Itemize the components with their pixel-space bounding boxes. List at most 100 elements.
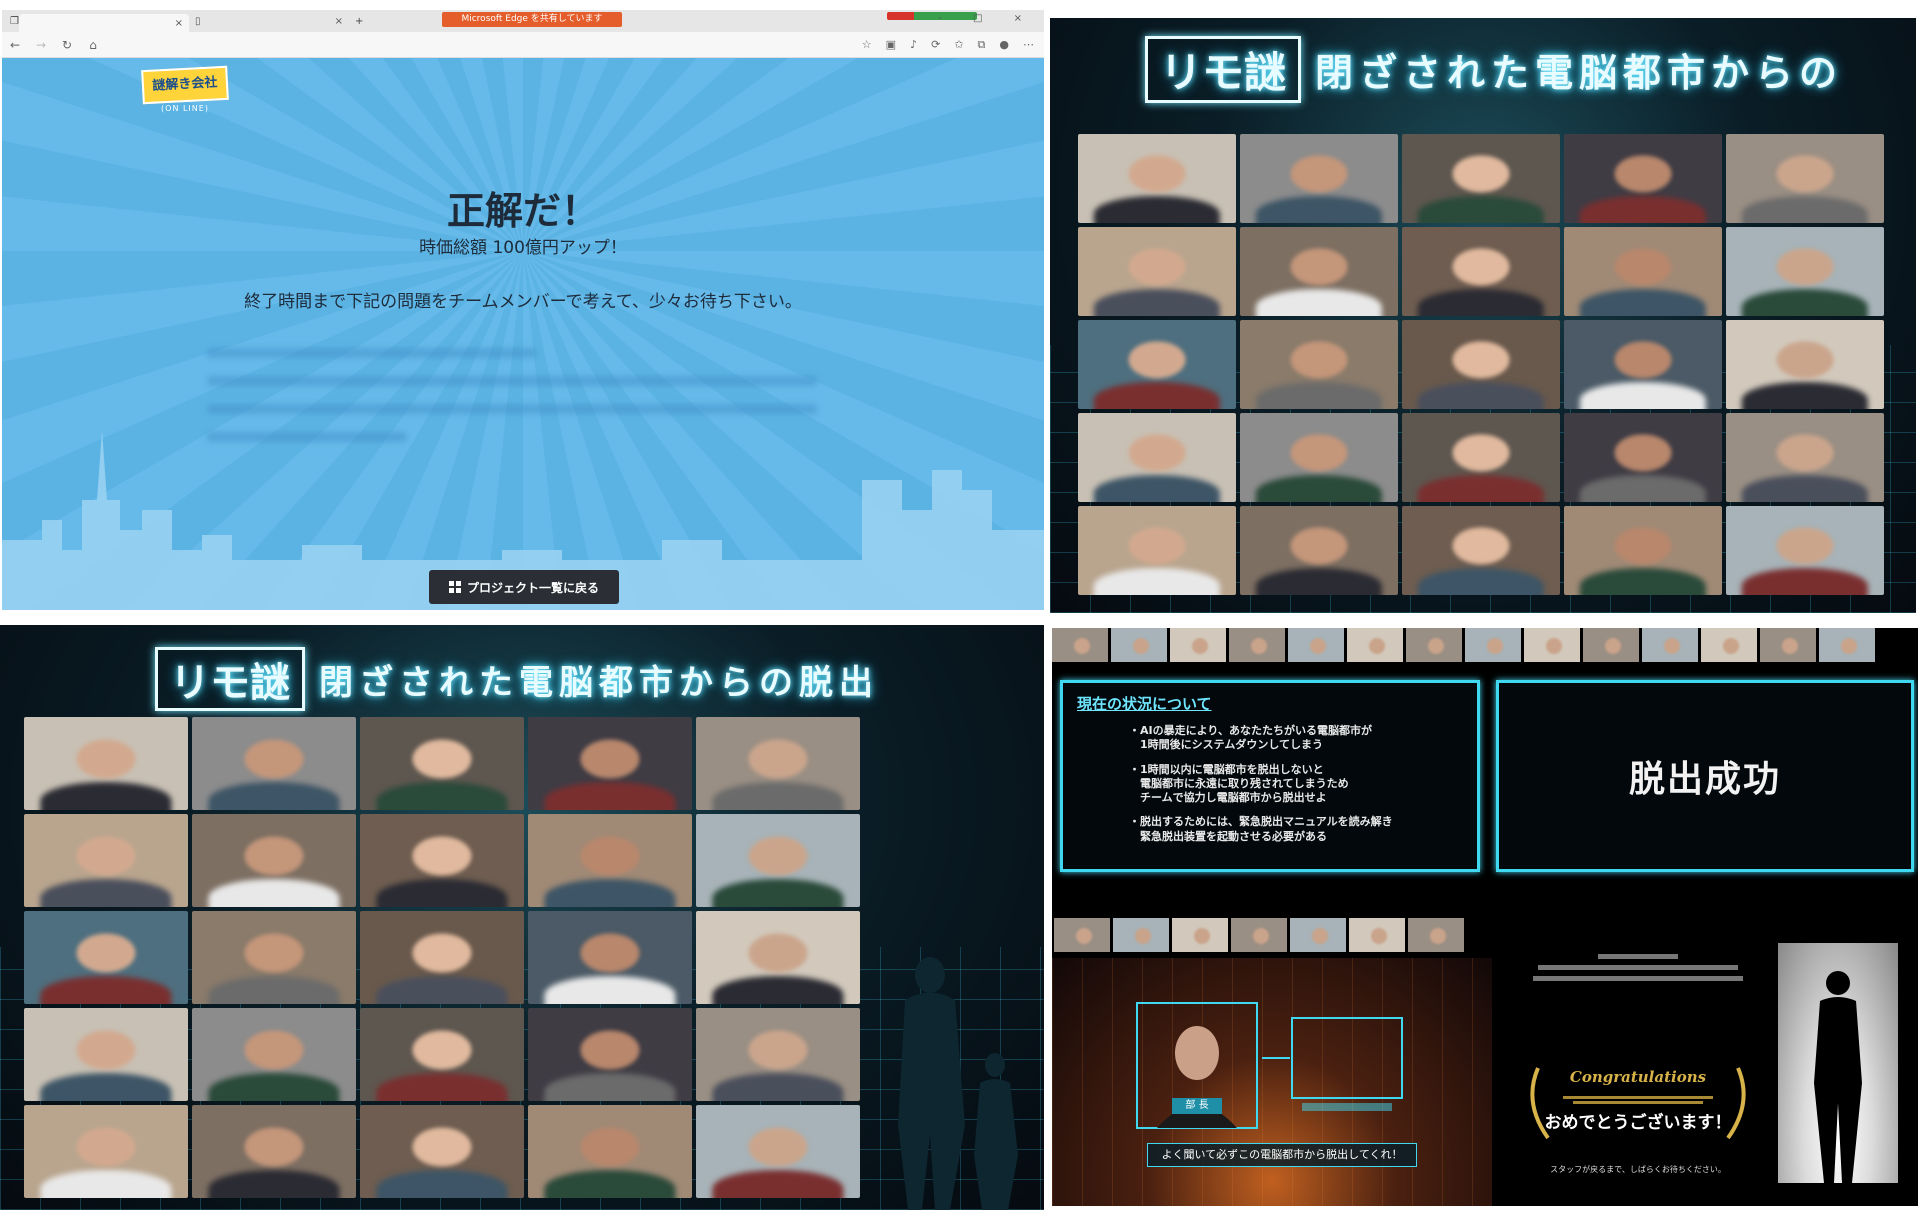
- participant-face: [1452, 341, 1510, 379]
- participant-body: [40, 1073, 172, 1101]
- video-tile: [1726, 413, 1884, 502]
- video-tile: [360, 814, 524, 907]
- participant-face: [1290, 434, 1348, 472]
- new-tab-icon[interactable]: +: [355, 16, 363, 27]
- game-page: 謎解き会社 (ON LINE) 正解だ！ 時価総額 100億円アップ！ 終了時間…: [2, 58, 1044, 610]
- wait-message: 終了時間まで下記の問題をチームメンバーで考えて、少々お待ち下さい。: [244, 292, 802, 312]
- participant-face: [1192, 638, 1209, 655]
- refresh-icon[interactable]: ↻: [54, 38, 80, 52]
- participant-body: [712, 976, 844, 1004]
- video-tile: [696, 717, 860, 810]
- participant-body: [1579, 475, 1707, 502]
- participant-face: [1776, 527, 1834, 565]
- video-tile: [1402, 227, 1560, 316]
- participant-face: [76, 836, 136, 876]
- congrats-main: おめでとうございます！: [1544, 1113, 1732, 1133]
- participant-face: [412, 933, 472, 973]
- participant-face: [1133, 638, 1150, 655]
- video-tile: [192, 911, 356, 1004]
- close-icon[interactable]: ×: [335, 16, 343, 27]
- participant-body: [544, 1170, 676, 1198]
- participant-face: [1290, 248, 1348, 286]
- read-aloud-icon[interactable]: ♪: [910, 38, 917, 52]
- profile-icon[interactable]: ●: [999, 38, 1009, 52]
- participant-thumbnail: [1349, 918, 1405, 952]
- video-tile: [696, 814, 860, 907]
- sharing-banner[interactable]: Microsoft Edge を共有しています: [442, 12, 622, 27]
- participant-thumbnail: [1231, 918, 1287, 952]
- congrats-script: Congratulations: [1569, 1068, 1707, 1086]
- video-tile: [1240, 227, 1398, 316]
- video-tile: [1564, 320, 1722, 409]
- participant-thumbnail: [1760, 628, 1816, 662]
- forward-arrow-icon[interactable]: →: [28, 38, 54, 52]
- sync-icon[interactable]: ⟳: [931, 38, 940, 52]
- video-tile: [1078, 227, 1236, 316]
- participant-face: [1614, 527, 1672, 565]
- window-controls[interactable]: - □ ×: [938, 13, 1036, 24]
- participant-body: [376, 1073, 508, 1101]
- tab-bar: ❐ × ▯ × + Microsoft Edge を共有しています - □ ×: [2, 10, 1044, 32]
- video-tile: [24, 717, 188, 810]
- participant-body: [1741, 382, 1869, 409]
- page-icon: ▯: [194, 15, 201, 27]
- participant-face: [1776, 155, 1834, 193]
- participant-body: [208, 1170, 340, 1198]
- participant-face: [412, 1030, 472, 1070]
- participant-body: [40, 879, 172, 907]
- back-arrow-icon[interactable]: ←: [2, 38, 28, 52]
- url-input[interactable]: [112, 36, 856, 54]
- video-tile: [1240, 413, 1398, 502]
- participant-grid: [24, 717, 860, 1198]
- collections-icon[interactable]: ⧉: [978, 38, 986, 52]
- participant-body: [712, 879, 844, 907]
- browser-tab-1[interactable]: ×: [18, 14, 189, 32]
- video-tile: [1726, 134, 1884, 223]
- participant-body: [1741, 475, 1869, 502]
- participant-body: [1417, 382, 1545, 409]
- home-icon[interactable]: ⌂: [80, 38, 106, 52]
- status-heading: 現在の状況について: [1077, 695, 1212, 713]
- participant-face: [1128, 527, 1186, 565]
- event-logo: リモ謎: [155, 647, 305, 711]
- tab-actions-icon[interactable]: ❐: [10, 16, 19, 27]
- participant-face: [412, 836, 472, 876]
- participant-body: [208, 879, 340, 907]
- extension-icon[interactable]: ▣: [886, 38, 896, 52]
- participant-body: [1741, 196, 1869, 223]
- participant-face: [1782, 638, 1799, 655]
- participant-body: [1417, 568, 1545, 595]
- chief-label: 部 長: [1172, 1098, 1222, 1114]
- video-tile: [1078, 134, 1236, 223]
- participant-face: [244, 1127, 304, 1167]
- participant-body: [1255, 289, 1383, 316]
- participant-face: [1428, 638, 1445, 655]
- participant-body: [208, 976, 340, 1004]
- address-bar: ← → ↻ ⌂ ☆ ▣ ♪ ⟳ ✩ ⧉ ● ⋯: [2, 32, 1044, 58]
- participant-face: [1135, 928, 1152, 945]
- more-icon[interactable]: ⋯: [1023, 38, 1034, 52]
- video-tile: [528, 1008, 692, 1101]
- favorites-bar-icon[interactable]: ✩: [954, 38, 963, 52]
- participant-strip-top: [1052, 628, 1875, 662]
- participant-body: [208, 1073, 340, 1101]
- participant-body: [544, 879, 676, 907]
- participant-face: [580, 933, 640, 973]
- participant-body: [1255, 475, 1383, 502]
- video-tile: [1240, 320, 1398, 409]
- video-tile: [192, 1008, 356, 1101]
- status-item-3: ・脱出するためには、緊急脱出マニュアルを読み解き 緊急脱出装置を起動させる必要が…: [1129, 815, 1393, 843]
- participant-thumbnail: [1290, 918, 1346, 952]
- close-icon[interactable]: ×: [175, 18, 183, 29]
- participant-thumbnail: [1819, 628, 1875, 662]
- escape-success-text: 脱出成功: [1628, 759, 1781, 800]
- browser-tab-2[interactable]: ▯ ×: [189, 12, 349, 30]
- back-to-projects-button[interactable]: プロジェクト一覧に戻る: [429, 570, 619, 604]
- video-tile: [1564, 506, 1722, 595]
- participant-face: [1076, 928, 1093, 945]
- participant-face: [1251, 638, 1268, 655]
- favorite-icon[interactable]: ☆: [862, 38, 872, 52]
- participant-body: [1093, 475, 1221, 502]
- video-tile: [1564, 227, 1722, 316]
- video-tile: [24, 1105, 188, 1198]
